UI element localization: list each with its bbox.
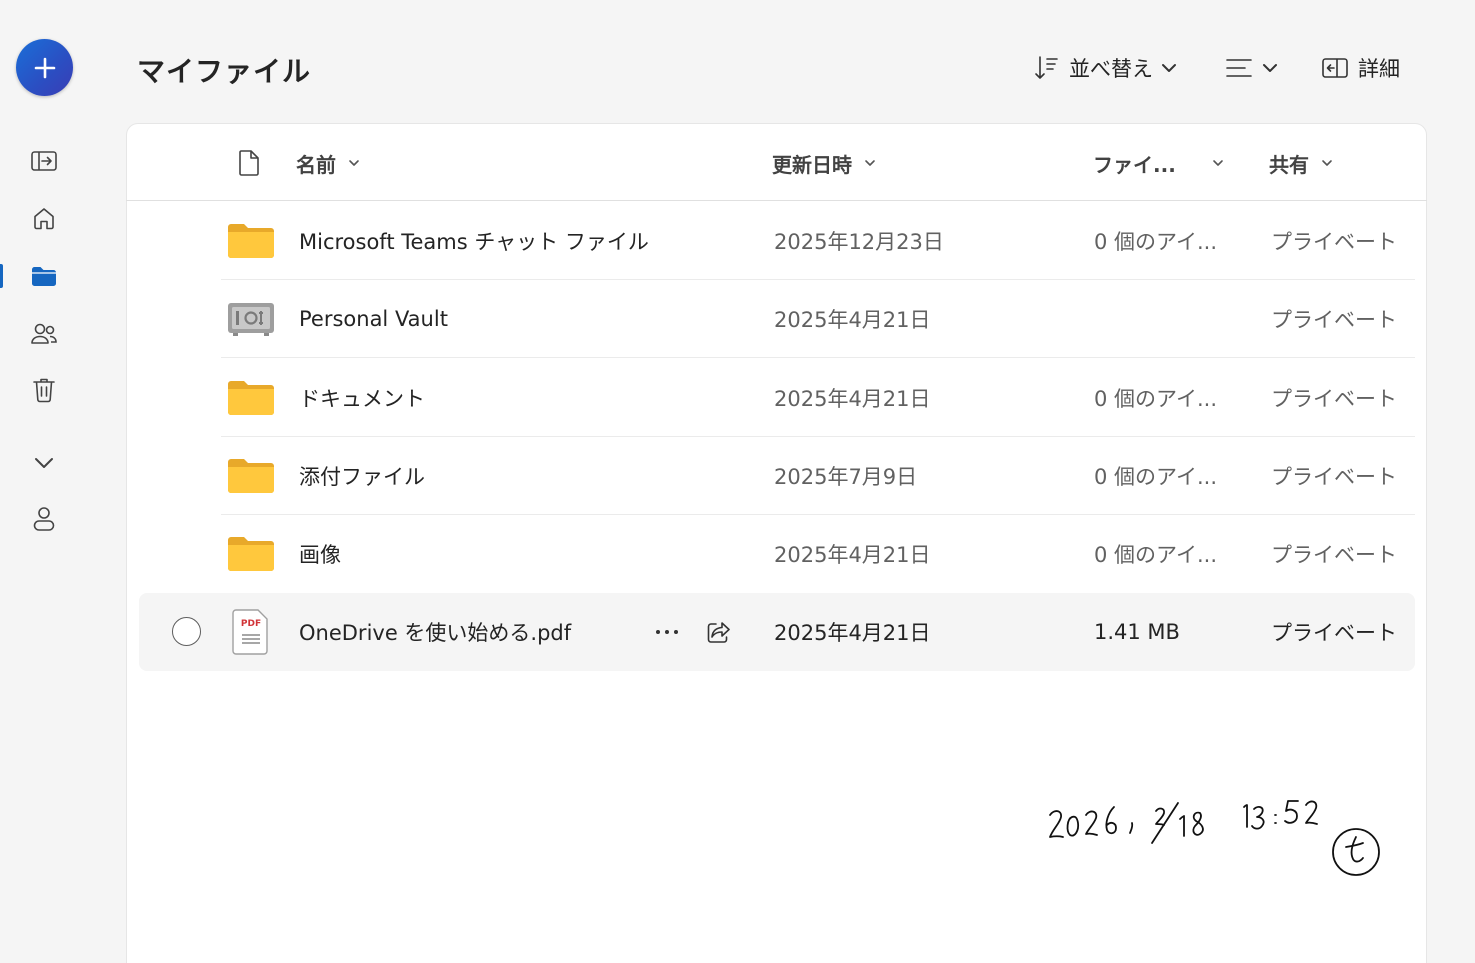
file-size: 0 個のアイ...	[1094, 543, 1218, 567]
sort-icon	[1035, 56, 1058, 79]
left-rail	[0, 0, 90, 963]
modified-date: 2025年7月9日	[774, 465, 918, 489]
modified-date: 2025年4月21日	[774, 387, 931, 411]
file-name[interactable]: OneDrive を使い始める.pdf	[299, 593, 571, 671]
file-name[interactable]: 添付ファイル	[299, 437, 425, 515]
name-column-header[interactable]: 名前	[296, 138, 360, 188]
open-pane-button[interactable]	[26, 143, 62, 179]
details-pane-icon	[1322, 58, 1348, 78]
vault-icon	[227, 298, 275, 340]
sharing-status: プライベート	[1271, 465, 1397, 489]
chevron-down-icon	[1322, 160, 1332, 166]
header-divider	[126, 200, 1427, 201]
folder-icon	[227, 377, 275, 419]
nav-recycle-bin[interactable]	[26, 372, 62, 408]
trash-icon	[33, 378, 55, 403]
file-name[interactable]: ドキュメント	[299, 359, 425, 437]
nav-active-indicator	[0, 264, 3, 288]
people-icon	[31, 323, 57, 344]
nav-more-button[interactable]	[26, 445, 62, 481]
share-button[interactable]	[702, 615, 736, 649]
sort-button[interactable]: 並べ替え	[1033, 50, 1177, 86]
table-row[interactable]: Microsoft Teams チャット ファイル 2025年12月23日 0 …	[139, 202, 1415, 280]
table-row[interactable]: 画像 2025年4月21日 0 個のアイ... プライベート	[139, 515, 1415, 593]
modified-date: 2025年12月23日	[774, 230, 944, 254]
account-button[interactable]	[26, 501, 62, 537]
sharing-column-label: 共有	[1269, 152, 1309, 177]
modified-date: 2025年4月21日	[774, 543, 931, 567]
page-title: マイファイル	[137, 55, 312, 88]
folder-icon	[227, 220, 275, 262]
svg-text:PDF: PDF	[241, 619, 261, 629]
sharing-status: プライベート	[1271, 621, 1397, 645]
details-button[interactable]: 詳細	[1320, 50, 1400, 86]
plus-icon	[34, 57, 55, 78]
details-label: 詳細	[1358, 57, 1400, 81]
create-new-button[interactable]	[16, 39, 73, 96]
sort-label: 並べ替え	[1069, 57, 1153, 81]
more-icon	[656, 630, 678, 634]
nav-my-files[interactable]	[26, 258, 62, 294]
list-view-icon	[1226, 59, 1252, 77]
person-icon	[33, 507, 55, 531]
file-size: 0 個のアイ...	[1094, 230, 1218, 254]
modified-date: 2025年4月21日	[774, 308, 931, 332]
table-row[interactable]: PDF OneDrive を使い始める.pdf 2025年4月21日 1.41 …	[139, 593, 1415, 671]
size-column-header[interactable]: ファイ...	[1093, 138, 1224, 188]
file-name[interactable]: 画像	[299, 515, 341, 593]
row-select-checkbox[interactable]	[172, 617, 201, 646]
document-icon	[239, 150, 259, 176]
handwritten-annotation	[1049, 800, 1380, 876]
chevron-down-icon	[349, 160, 359, 166]
sharing-status: プライベート	[1271, 387, 1397, 411]
file-size: 0 個のアイ...	[1094, 465, 1218, 489]
sharing-column-header[interactable]: 共有	[1269, 138, 1333, 188]
nav-home[interactable]	[26, 200, 62, 236]
file-name[interactable]: Personal Vault	[299, 280, 448, 358]
file-type-column-header[interactable]	[236, 138, 262, 188]
share-icon	[707, 622, 730, 643]
chevron-down-icon	[1212, 160, 1223, 166]
sharing-status: プライベート	[1271, 230, 1397, 254]
sharing-status: プライベート	[1271, 308, 1397, 332]
modified-column-label: 更新日時	[772, 152, 852, 177]
home-icon	[34, 208, 54, 230]
folder-icon	[227, 533, 275, 575]
table-row[interactable]: 添付ファイル 2025年7月9日 0 個のアイ... プライベート	[139, 437, 1415, 515]
sharing-status: プライベート	[1271, 543, 1397, 567]
view-options-button[interactable]	[1224, 50, 1278, 86]
table-row[interactable]: ドキュメント 2025年4月21日 0 個のアイ... プライベート	[139, 359, 1415, 437]
folder-icon	[227, 455, 275, 497]
size-column-label: ファイ...	[1093, 152, 1176, 177]
modified-column-header[interactable]: 更新日時	[772, 138, 876, 188]
nav-shared[interactable]	[26, 316, 62, 352]
pdf-file-icon: PDF	[227, 609, 275, 655]
chevron-down-icon	[1162, 64, 1176, 72]
modified-date: 2025年4月21日	[774, 621, 931, 645]
file-size: 0 個のアイ...	[1094, 387, 1218, 411]
folder-filled-icon	[32, 267, 56, 286]
table-row[interactable]: Personal Vault 2025年4月21日 プライベート	[139, 280, 1415, 358]
chevron-down-icon	[865, 160, 875, 166]
row-divider	[221, 357, 1415, 358]
more-actions-button[interactable]	[650, 615, 684, 649]
file-size: 1.41 MB	[1094, 620, 1180, 644]
name-column-label: 名前	[296, 152, 336, 177]
file-name[interactable]: Microsoft Teams チャット ファイル	[299, 202, 649, 280]
expand-pane-icon	[31, 151, 57, 171]
chevron-down-icon	[1263, 64, 1277, 72]
chevron-down-icon	[35, 458, 53, 468]
